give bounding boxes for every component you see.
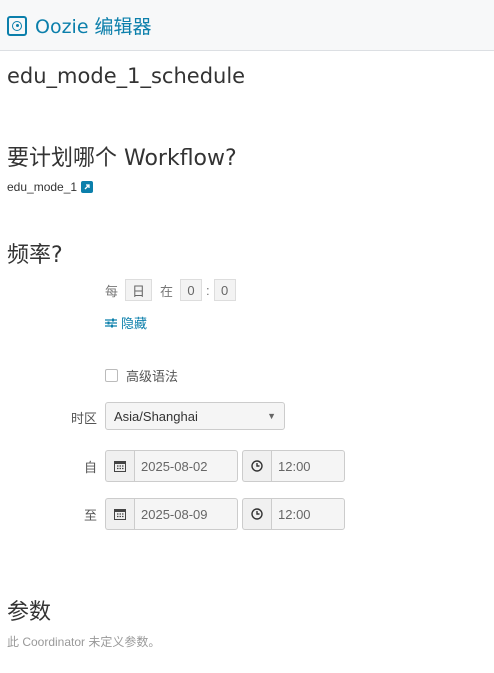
advanced-syntax-label: 高级语法 bbox=[126, 369, 179, 384]
parameters-title: 参数 bbox=[7, 600, 52, 625]
clock-icon[interactable] bbox=[242, 498, 271, 530]
frequency-unit-select[interactable]: 日 bbox=[125, 279, 153, 301]
caret-down-icon: ▼ bbox=[267, 411, 276, 421]
calendar-icon[interactable] bbox=[105, 450, 134, 482]
external-link-icon[interactable] bbox=[81, 181, 94, 193]
clock-icon[interactable] bbox=[242, 450, 271, 482]
top-bar: Oozie 编辑器 bbox=[0, 0, 494, 51]
start-date-input[interactable]: 2025-08-02 bbox=[134, 450, 238, 482]
calendar-icon[interactable] bbox=[105, 498, 134, 530]
workflow-link[interactable]: edu_mode_1 bbox=[7, 180, 94, 194]
app-title: Oozie 编辑器 bbox=[35, 16, 152, 38]
end-datetime: 2025-08-09 12:00 bbox=[105, 498, 345, 530]
minute-input[interactable]: 0 bbox=[213, 279, 236, 301]
sliders-icon bbox=[105, 318, 117, 327]
workflow-question: 要计划哪个 Workflow? bbox=[7, 146, 237, 171]
end-date-input[interactable]: 2025-08-09 bbox=[134, 498, 238, 530]
at-label: 在 bbox=[160, 283, 174, 299]
end-label: 至 bbox=[83, 508, 97, 523]
every-label: 每 bbox=[105, 283, 119, 299]
hour-input[interactable]: 0 bbox=[180, 279, 203, 301]
end-time-input[interactable]: 12:00 bbox=[271, 498, 345, 530]
timezone-select[interactable]: Asia/Shanghai ▼ bbox=[105, 402, 285, 430]
time-separator: : bbox=[206, 282, 210, 298]
hide-link-label: 隐藏 bbox=[121, 316, 148, 331]
parameters-empty-message: 此 Coordinator 未定义参数。 bbox=[7, 635, 161, 649]
frequency-question: 频率? bbox=[7, 243, 63, 268]
workflow-name[interactable]: edu_mode_1 bbox=[7, 180, 77, 194]
timezone-value: Asia/Shanghai bbox=[114, 408, 198, 424]
start-label: 自 bbox=[83, 460, 97, 475]
timezone-label: 时区 bbox=[70, 411, 97, 426]
advanced-syntax-toggle[interactable]: 高级语法 bbox=[105, 366, 178, 385]
hide-link[interactable]: 隐藏 bbox=[105, 313, 147, 332]
advanced-syntax-checkbox[interactable] bbox=[105, 369, 118, 382]
start-datetime: 2025-08-02 12:00 bbox=[105, 450, 345, 482]
coordinator-name[interactable]: edu_mode_1_schedule bbox=[7, 64, 245, 88]
frequency-row: 每 日 在 0 : 0 bbox=[105, 279, 244, 301]
start-time-input[interactable]: 12:00 bbox=[271, 450, 345, 482]
app-brand[interactable]: Oozie 编辑器 bbox=[7, 12, 152, 39]
oozie-target-icon bbox=[7, 15, 27, 36]
